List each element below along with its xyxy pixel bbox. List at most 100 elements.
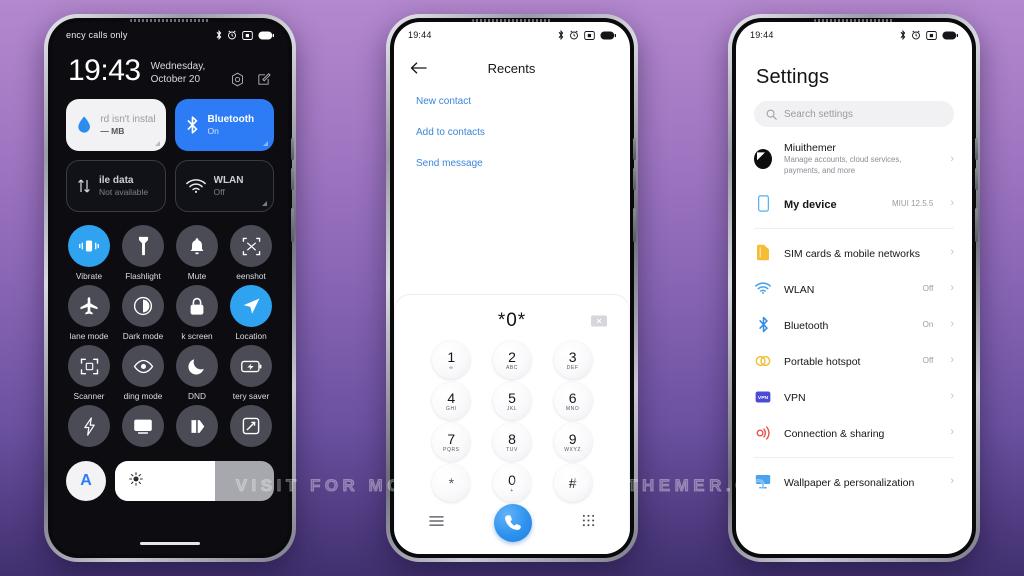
- svg-text:VPN: VPN: [758, 395, 769, 401]
- link-send-message[interactable]: Send message: [416, 158, 608, 169]
- settings-row-bluetooth[interactable]: Bluetooth On ›: [736, 307, 972, 343]
- auto-brightness-button[interactable]: A: [66, 461, 106, 501]
- row-label: Bluetooth: [784, 319, 829, 332]
- quick-settings-panel: ency calls only 19:43 Wednesday, October…: [52, 22, 288, 554]
- qs-tile-lock-screen[interactable]: k screen: [170, 285, 224, 341]
- chevron-right-icon: ›: [950, 390, 954, 403]
- key-letters: DEF: [566, 364, 579, 371]
- phone-call-icon[interactable]: [494, 504, 532, 542]
- dialpad-key-6[interactable]: 6 MNO: [553, 382, 592, 420]
- brightness-slider[interactable]: [115, 461, 274, 501]
- qs-tile-auto-rotate[interactable]: [224, 405, 278, 451]
- qs-tile-location[interactable]: Location: [224, 285, 278, 341]
- search-input[interactable]: Search settings: [754, 101, 954, 127]
- row-label: Portable hotspot: [784, 355, 861, 368]
- dialpad-key-5[interactable]: 5 JKL: [492, 382, 531, 420]
- qs-tile-mute[interactable]: Mute: [170, 225, 224, 281]
- key-digit: 7: [447, 430, 456, 447]
- account-name: Miuithemer: [784, 142, 836, 154]
- qs-tile-vibrate[interactable]: Vibrate: [62, 225, 116, 281]
- mobile-data-icon: [78, 179, 90, 193]
- qs-tile-label: ding mode: [123, 391, 163, 401]
- dialpad-key-0[interactable]: 0 +: [492, 464, 531, 502]
- tile-data-usage[interactable]: rd isn't install — MB: [66, 99, 166, 151]
- dialpad-key-1[interactable]: 1 ∞: [432, 341, 471, 379]
- key-letters: MNO: [565, 405, 580, 412]
- carrier-label: ency calls only: [66, 30, 128, 40]
- key-digit: 0: [508, 471, 516, 488]
- settings-row-wallpaper[interactable]: Wallpaper & personalization ›: [736, 464, 972, 500]
- qs-tile-reading-mode[interactable]: ding mode: [116, 345, 170, 401]
- settings-row-portable-hotspot[interactable]: Portable hotspot Off ›: [736, 343, 972, 379]
- side-button-power[interactable]: [975, 208, 978, 242]
- edit-icon[interactable]: [257, 72, 272, 87]
- dialpad-key-hash[interactable]: #: [553, 464, 592, 502]
- qs-tile-label: Flashlight: [125, 271, 161, 281]
- side-button-volume-down[interactable]: [633, 168, 636, 190]
- avatar: [754, 149, 772, 170]
- link-new-contact[interactable]: New contact: [416, 96, 608, 107]
- tile-wlan[interactable]: WLAN Off: [174, 160, 274, 212]
- wallpaper-icon: [754, 474, 772, 489]
- list-divider: [754, 227, 954, 229]
- qs-tile-label: eenshot: [236, 271, 266, 281]
- dialpad-key-star[interactable]: *: [432, 464, 471, 502]
- settings-row-vpn[interactable]: VPN VPN ›: [736, 379, 972, 415]
- qs-tile-scanner[interactable]: Scanner: [62, 345, 116, 401]
- qs-tile-label: Mute: [187, 271, 207, 281]
- quick-tiles-grid: Vibrate Flashlight Mute eenshot lane mod…: [52, 212, 288, 451]
- side-button-volume-down[interactable]: [291, 168, 294, 190]
- key-letters: ABC: [505, 364, 519, 371]
- side-button-volume-down[interactable]: [975, 168, 978, 190]
- earpiece-speaker: [130, 19, 210, 22]
- keypad-icon[interactable]: [582, 514, 595, 532]
- dialpad-key-3[interactable]: 3 DEF: [553, 341, 592, 379]
- row-label: Wallpaper & personalization: [784, 476, 915, 489]
- dialed-number[interactable]: *0*: [498, 310, 526, 332]
- dialpad-key-7[interactable]: 7 PQRS: [432, 423, 471, 461]
- qs-tile-flashlight[interactable]: Flashlight: [116, 225, 170, 281]
- qs-tile-screenshot[interactable]: eenshot: [224, 225, 278, 281]
- qs-tile-label: k screen: [181, 331, 213, 341]
- tile-mobile-data[interactable]: ile data Not available: [66, 160, 166, 212]
- settings-row-sim-cards[interactable]: SIM cards & mobile networks ›: [736, 235, 972, 271]
- key-digit: 9: [568, 430, 577, 447]
- qs-tile-reading[interactable]: [170, 405, 224, 451]
- side-button-power[interactable]: [633, 208, 636, 242]
- eye-icon: [122, 345, 164, 387]
- qs-tile-battery-saver[interactable]: tery saver: [224, 345, 278, 401]
- side-button-volume-up[interactable]: [975, 138, 978, 160]
- link-add-to-contacts[interactable]: Add to contacts: [416, 127, 608, 138]
- alarm-icon: [912, 30, 920, 40]
- side-button-power[interactable]: [291, 208, 294, 242]
- qs-tile-airplane-mode[interactable]: lane mode: [62, 285, 116, 341]
- dialpad-key-9[interactable]: 9 WXYZ: [553, 423, 592, 461]
- settings-gear-icon[interactable]: [230, 72, 245, 87]
- screenshot-icon: [242, 30, 253, 40]
- dialpad-key-2[interactable]: 2 ABC: [492, 341, 531, 379]
- settings-row-my-device[interactable]: My device MIUI 12.5.5 ›: [736, 186, 972, 222]
- backspace-icon[interactable]: ✕: [591, 315, 607, 327]
- tile-bluetooth[interactable]: Bluetooth On: [174, 99, 274, 151]
- qs-tile-dark-mode[interactable]: Dark mode: [116, 285, 170, 341]
- settings-row-connection-sharing[interactable]: Connection & sharing ›: [736, 415, 972, 451]
- menu-icon[interactable]: [429, 514, 444, 532]
- settings-row-wlan[interactable]: WLAN Off ›: [736, 271, 972, 307]
- qs-tile-lightning[interactable]: [62, 405, 116, 451]
- dialer-bottom-bar: [395, 502, 629, 550]
- dialpad-key-8[interactable]: 8 TUV: [492, 423, 531, 461]
- tile-expand-corner[interactable]: [154, 141, 160, 146]
- qs-tile-label: Vibrate: [75, 271, 103, 281]
- tile-expand-corner[interactable]: [262, 201, 267, 206]
- key-letters: ∞: [449, 364, 454, 371]
- side-button-volume-up[interactable]: [633, 138, 636, 160]
- settings-row-account[interactable]: Miuithemer Manage accounts, cloud servic…: [736, 133, 972, 186]
- location-icon: [230, 285, 272, 327]
- search-icon: [766, 109, 777, 120]
- contrast-icon: [122, 285, 164, 327]
- dialpad-key-4[interactable]: 4 GHI: [432, 382, 471, 420]
- tile-expand-corner[interactable]: [263, 141, 268, 146]
- qs-tile-cast[interactable]: [116, 405, 170, 451]
- side-button-volume-up[interactable]: [291, 138, 294, 160]
- qs-tile-dnd[interactable]: DND: [170, 345, 224, 401]
